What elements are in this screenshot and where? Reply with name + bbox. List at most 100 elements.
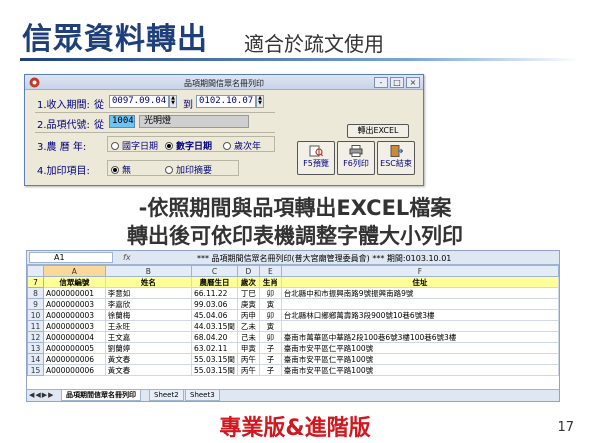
table-cell[interactable]: 子 xyxy=(258,342,282,354)
table-cell[interactable]: 劉蘭婷 xyxy=(104,342,193,354)
table-cell[interactable]: 甲寅 xyxy=(236,342,260,354)
column-header-c[interactable]: C xyxy=(191,265,238,277)
table-cell[interactable]: 66.11.22 xyxy=(191,287,238,299)
date-to-input[interactable]: 0102.10.07 xyxy=(196,95,256,108)
lunar-year-label: 3.農 曆 年: xyxy=(37,142,87,153)
preview-label: F5預覽 xyxy=(303,159,329,168)
table-cell[interactable]: 子 xyxy=(258,364,282,376)
tab-sheet3[interactable]: Sheet3 xyxy=(185,390,220,401)
table-cell[interactable]: 卯 xyxy=(258,309,282,321)
table-cell[interactable]: 王文嘉 xyxy=(104,331,193,343)
row-number[interactable]: 15 xyxy=(27,364,44,376)
table-cell[interactable]: 寅 xyxy=(258,320,282,332)
header-cell[interactable]: 農曆生日 xyxy=(191,276,238,288)
column-header-b[interactable]: B xyxy=(104,265,193,277)
radio-chinese-date[interactable]: 國字日期 xyxy=(111,139,158,152)
table-cell[interactable]: 李意如 xyxy=(104,287,193,299)
table-cell[interactable]: 台北縣林口鄉鄉萬壽路3段900號10巷6號3樓 xyxy=(280,309,559,321)
radio-numeric-date[interactable]: 數字日期 xyxy=(165,139,212,152)
table-cell[interactable]: 台北縣中和市振興南路9號振興南路9號 xyxy=(280,287,559,299)
table-cell[interactable]: A000000003 xyxy=(42,320,106,332)
table-cell[interactable]: 黃文春 xyxy=(104,364,193,376)
maximize-button[interactable]: □ xyxy=(390,77,404,88)
table-cell[interactable]: 丙午 xyxy=(236,364,260,376)
dialog-titlebar[interactable]: 品項期間信眾名冊列印 - □ × xyxy=(25,75,423,90)
table-cell[interactable]: 45.04.06 xyxy=(191,309,238,321)
tab-sheet2[interactable]: Sheet2 xyxy=(149,390,184,401)
row-number[interactable]: 13 xyxy=(27,342,44,354)
table-cell[interactable]: 55.03.15閏 xyxy=(191,364,238,376)
name-box[interactable]: A1 xyxy=(29,252,113,263)
date-from-spinner[interactable]: ▲ ▼ xyxy=(169,95,177,108)
row-number[interactable]: 12 xyxy=(27,331,44,343)
column-header-d[interactable]: D xyxy=(236,265,260,277)
formula-content[interactable]: *** 品項期間信眾名冊列印(普大宮廟管理委員會) *** 期間:0103.10… xyxy=(197,253,451,264)
header-cell[interactable]: 歲次 xyxy=(236,276,260,288)
row-number[interactable]: 9 xyxy=(27,298,44,310)
table-cell[interactable]: A000000003 xyxy=(42,309,106,321)
table-cell[interactable]: 63.02.11 xyxy=(191,342,238,354)
preview-button[interactable]: F5預覽 xyxy=(297,141,335,175)
date-from-input[interactable]: 0097.09.04 xyxy=(109,95,169,108)
tab-scroll-buttons[interactable]: ◀◀▶▶ xyxy=(29,391,55,399)
table-cell[interactable]: A000000003 xyxy=(42,298,106,310)
table-cell[interactable] xyxy=(280,298,559,310)
column-header-e[interactable]: E xyxy=(258,265,282,277)
close-button[interactable]: × xyxy=(406,77,420,88)
slide-subtitle: 適合於疏文使用 xyxy=(244,32,384,56)
table-cell[interactable]: 黃文春 xyxy=(104,353,193,365)
corner-cell[interactable] xyxy=(27,265,44,277)
column-header-a[interactable]: A xyxy=(42,265,106,277)
header-cell[interactable]: 生肖 xyxy=(258,276,282,288)
table-cell[interactable]: A000000005 xyxy=(42,342,106,354)
row-number[interactable]: 11 xyxy=(27,320,44,332)
radio-year-stem[interactable]: 歲次年 xyxy=(223,139,261,152)
header-cell[interactable]: 信眾編號 xyxy=(42,276,106,288)
table-cell[interactable]: 丙申 xyxy=(236,309,260,321)
item-code-input[interactable]: 1004 xyxy=(109,115,135,128)
table-cell[interactable]: A000000006 xyxy=(42,353,106,365)
table-cell[interactable]: 卯 xyxy=(258,287,282,299)
row-number[interactable]: 14 xyxy=(27,353,44,365)
export-excel-button[interactable]: 轉出EXCEL xyxy=(347,124,409,138)
row-number[interactable]: 10 xyxy=(27,309,44,321)
table-cell[interactable]: A000000001 xyxy=(42,287,106,299)
table-cell[interactable]: 丙午 xyxy=(236,353,260,365)
row-number[interactable]: 8 xyxy=(27,287,44,299)
table-cell[interactable]: 庚寅 xyxy=(236,298,260,310)
table-cell[interactable]: 55.03.15閏 xyxy=(191,353,238,365)
print-button[interactable]: F6列印 xyxy=(337,141,375,175)
tab-sheet1[interactable]: 品項期間信眾名冊列印 xyxy=(61,390,141,401)
table-cell[interactable] xyxy=(280,320,559,332)
table-cell[interactable]: 臺南市安平區仁平路100號 xyxy=(280,353,559,365)
exit-button[interactable]: ESC結束 xyxy=(377,141,415,175)
radio-dot-selected xyxy=(165,142,173,150)
table-cell[interactable]: 己未 xyxy=(236,331,260,343)
radio-none[interactable]: 無 xyxy=(111,163,131,176)
header-cell[interactable]: 住址 xyxy=(280,276,559,288)
header-cell[interactable]: 姓名 xyxy=(104,276,193,288)
table-cell[interactable]: A000000006 xyxy=(42,364,106,376)
minimize-button[interactable]: - xyxy=(374,77,388,88)
fx-icon[interactable]: fx xyxy=(123,253,131,262)
edition-label: 專業版&進階版 xyxy=(219,416,371,441)
table-cell[interactable]: 99.03.06 xyxy=(191,298,238,310)
table-cell[interactable]: 44.03.15閏 xyxy=(191,320,238,332)
table-cell[interactable]: 徐蘭梅 xyxy=(104,309,193,321)
radio-add-summary[interactable]: 加印摘要 xyxy=(165,163,212,176)
date-to-spinner[interactable]: ▲ ▼ xyxy=(256,95,264,108)
table-cell[interactable]: 丁巳 xyxy=(236,287,260,299)
table-cell[interactable]: 乙未 xyxy=(236,320,260,332)
table-cell[interactable]: 臺南市安平區仁平路100號 xyxy=(280,364,559,376)
table-cell[interactable]: A000000004 xyxy=(42,331,106,343)
table-cell[interactable]: 子 xyxy=(258,353,282,365)
table-cell[interactable]: 李嘉欣 xyxy=(104,298,193,310)
table-cell[interactable]: 臺南市安平區仁平路100號 xyxy=(280,342,559,354)
table-cell[interactable]: 68.04.20 xyxy=(191,331,238,343)
column-header-f[interactable]: F xyxy=(280,265,559,277)
table-cell[interactable]: 卯 xyxy=(258,331,282,343)
row-number[interactable]: 7 xyxy=(27,276,44,288)
table-cell[interactable]: 王永旺 xyxy=(104,320,193,332)
table-cell[interactable]: 寅 xyxy=(258,298,282,310)
table-cell[interactable]: 臺南市萬華區中華路2段100巷6號3樓100巷6號3樓 xyxy=(280,331,559,343)
